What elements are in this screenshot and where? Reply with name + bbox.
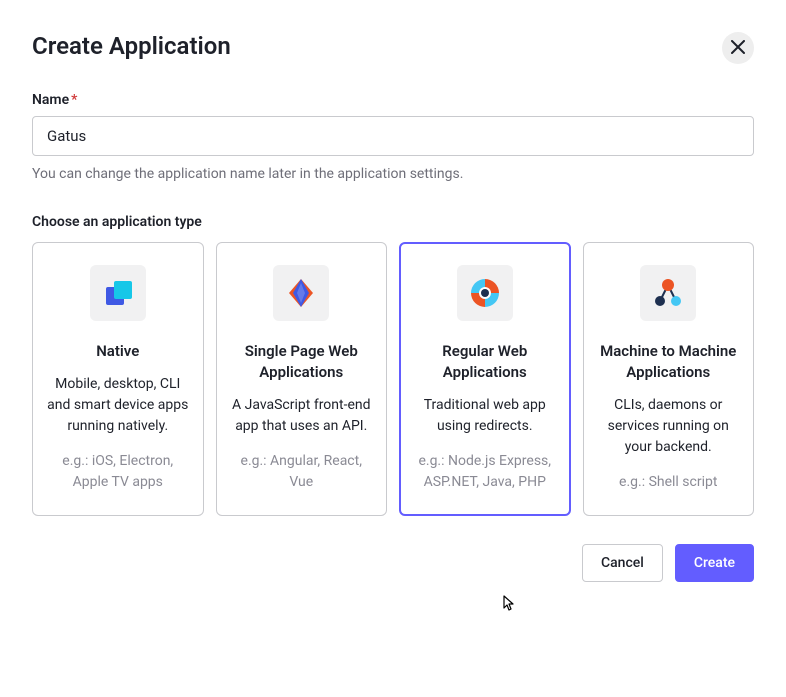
app-type-label: Choose an application type: [32, 214, 754, 230]
card-title: Native: [96, 341, 139, 362]
dialog-title: Create Application: [32, 32, 231, 60]
name-label: Name*: [32, 92, 754, 108]
card-eg: e.g.: Shell script: [619, 472, 717, 493]
card-title: Machine to Machine Applications: [598, 341, 740, 383]
spa-icon: [273, 265, 329, 321]
close-icon: [731, 39, 745, 57]
cancel-button[interactable]: Cancel: [582, 544, 663, 582]
regular-web-icon: [457, 265, 513, 321]
dialog-footer: Cancel Create: [32, 544, 754, 582]
dialog-header: Create Application: [32, 32, 754, 64]
card-desc: CLIs, daemons or services running on you…: [598, 395, 740, 458]
name-input[interactable]: [32, 116, 754, 156]
app-type-card-regular-web[interactable]: Regular Web Applications Traditional web…: [399, 242, 571, 516]
card-desc: Traditional web app using redirects.: [414, 395, 556, 437]
card-desc: Mobile, desktop, CLI and smart device ap…: [47, 374, 189, 437]
name-hint: You can change the application name late…: [32, 166, 754, 182]
card-eg: e.g.: Node.js Express, ASP.NET, Java, PH…: [414, 451, 556, 493]
cursor-icon: [498, 595, 516, 619]
card-desc: A JavaScript front-end app that uses an …: [231, 395, 373, 437]
native-icon: [90, 265, 146, 321]
m2m-icon: [640, 265, 696, 321]
name-label-text: Name: [32, 92, 69, 108]
card-title: Regular Web Applications: [414, 341, 556, 383]
card-eg: e.g.: Angular, React, Vue: [231, 451, 373, 493]
app-type-card-m2m[interactable]: Machine to Machine Applications CLIs, da…: [583, 242, 755, 516]
required-mark: *: [71, 92, 77, 108]
app-type-card-spa[interactable]: Single Page Web Applications A JavaScrip…: [216, 242, 388, 516]
create-button[interactable]: Create: [675, 544, 754, 582]
app-type-cards: Native Mobile, desktop, CLI and smart de…: [32, 242, 754, 516]
card-eg: e.g.: iOS, Electron, Apple TV apps: [47, 451, 189, 493]
card-title: Single Page Web Applications: [231, 341, 373, 383]
close-button[interactable]: [722, 32, 754, 64]
app-type-card-native[interactable]: Native Mobile, desktop, CLI and smart de…: [32, 242, 204, 516]
